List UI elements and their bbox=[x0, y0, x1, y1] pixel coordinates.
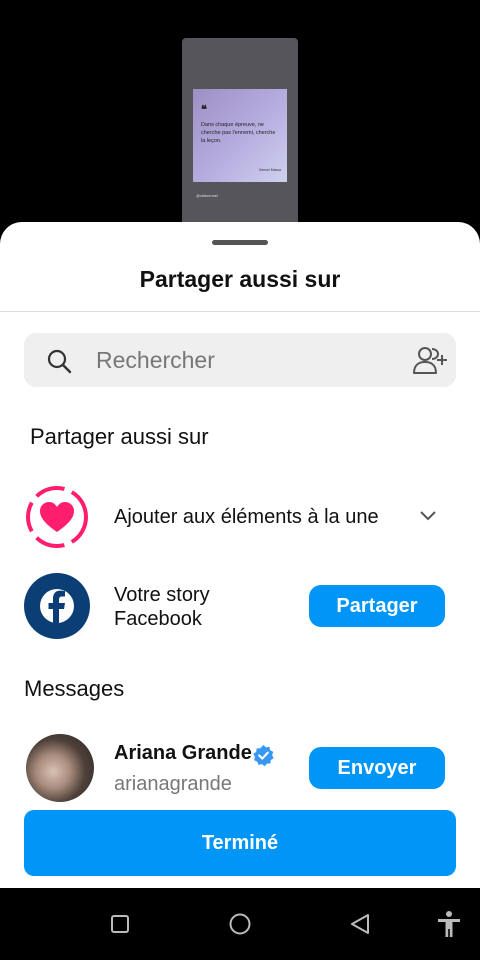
system-nav-bar bbox=[0, 888, 480, 960]
quote-author: Sensei Massa bbox=[259, 168, 281, 172]
verified-badge-icon bbox=[253, 744, 274, 767]
facebook-story-label: Votre story Facebook bbox=[114, 583, 210, 631]
contact-name: Ariana Grande bbox=[114, 742, 252, 764]
search-input[interactable] bbox=[96, 333, 396, 387]
sheet-drag-handle[interactable] bbox=[212, 240, 268, 245]
share-sheet: Partager aussi sur Partager aussi sur Aj… bbox=[0, 222, 480, 888]
contact-handle: arianagrande bbox=[114, 773, 232, 795]
quote-mark: ❝ bbox=[201, 104, 207, 116]
send-button[interactable]: Envoyer bbox=[309, 747, 445, 789]
story-handle: @citasensei bbox=[196, 193, 218, 198]
sheet-divider bbox=[0, 311, 480, 312]
accessibility-icon[interactable] bbox=[436, 910, 462, 938]
back-icon[interactable] bbox=[348, 912, 372, 936]
quote-text: Dans chaque épreuve, ne cherche pas l'en… bbox=[201, 122, 276, 144]
facebook-story-label-line2: Facebook bbox=[114, 608, 202, 630]
sheet-title: Partager aussi sur bbox=[139, 266, 341, 292]
search-icon bbox=[47, 349, 72, 374]
story-thumbnail: ❝ Dans chaque épreuve, ne cherche pas l'… bbox=[182, 38, 298, 228]
messages-heading: Messages bbox=[24, 676, 125, 701]
home-icon[interactable] bbox=[228, 912, 252, 936]
add-to-highlights-label[interactable]: Ajouter aux éléments à la une bbox=[114, 506, 379, 529]
add-people-icon[interactable] bbox=[410, 345, 448, 375]
highlight-heart-icon[interactable] bbox=[24, 484, 90, 550]
facebook-story-label-line1: Votre story bbox=[114, 584, 210, 606]
recent-apps-icon[interactable] bbox=[110, 914, 130, 934]
share-also-heading: Partager aussi sur bbox=[30, 424, 209, 449]
chevron-down-icon[interactable] bbox=[418, 508, 438, 522]
facebook-icon bbox=[24, 573, 90, 639]
quote-card: ❝ Dans chaque épreuve, ne cherche pas l'… bbox=[193, 89, 287, 182]
search-bar[interactable] bbox=[24, 333, 456, 387]
done-button[interactable]: Terminé bbox=[24, 810, 456, 876]
story-preview-area: ❝ Dans chaque épreuve, ne cherche pas l'… bbox=[0, 0, 480, 230]
avatar bbox=[26, 734, 94, 802]
share-facebook-button[interactable]: Partager bbox=[309, 585, 445, 627]
